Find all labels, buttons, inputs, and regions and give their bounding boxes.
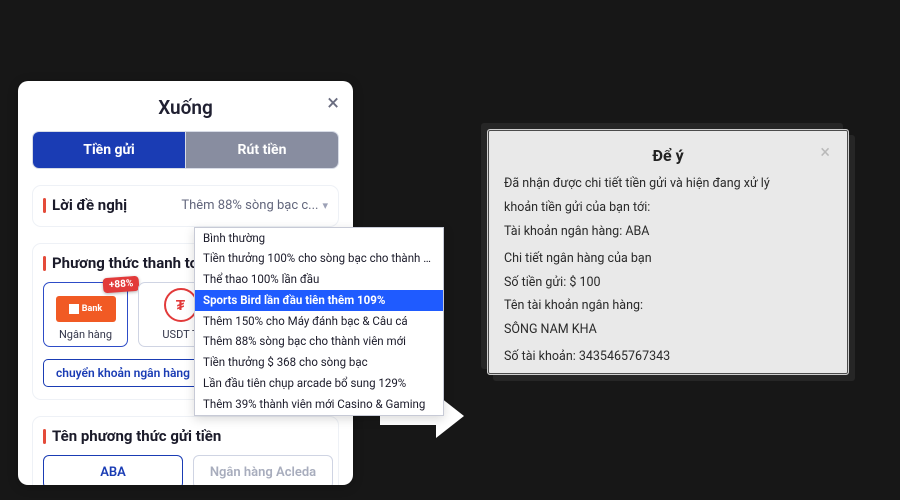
tab-switch: Tiền gửi Rút tiền — [32, 131, 339, 169]
modal-header: Xuống × — [32, 89, 339, 125]
dropdown-option[interactable]: Lần đầu tiên chụp arcade bổ sung 129% — [195, 374, 443, 395]
close-icon[interactable]: × — [327, 93, 339, 115]
bank-option-aba[interactable]: ABA — [43, 455, 183, 485]
pay-card-bank[interactable]: Bank +88% Ngân hàng — [43, 282, 128, 347]
tab-withdraw[interactable]: Rút tiền — [186, 132, 338, 168]
notice-line: Tài khoản ngân hàng: ABA — [504, 224, 832, 241]
notice-line: Đã nhận được chi tiết tiền gửi và hiện đ… — [504, 176, 832, 193]
notice-line: Chi tiết ngân hàng của bạn — [504, 251, 832, 268]
dropdown-option[interactable]: Thể thao 100% lần đầu — [195, 270, 443, 291]
pay-card-bank-label: Ngân hàng — [59, 328, 112, 341]
close-icon[interactable]: × — [820, 142, 830, 163]
notice-line: Số tiền gửi: $ 100 — [504, 275, 832, 292]
notice-dialog: Để ý × Đã nhận được chi tiết tiền gửi và… — [487, 129, 849, 375]
bank-option-acleda[interactable]: Ngân hàng Acleda — [193, 455, 333, 485]
send-method-heading: Tên phương thức gửi tiền — [43, 427, 328, 445]
offer-dropdown[interactable]: Bình thường Tiền thưởng 100% cho sòng bạ… — [194, 227, 444, 416]
dropdown-option-selected[interactable]: Sports Bird lần đầu tiên thêm 109% — [195, 290, 443, 311]
send-method-section: Tên phương thức gửi tiền ABA Ngân hàng A… — [32, 416, 339, 485]
dropdown-option[interactable]: Thêm 150% cho Máy đánh bạc & Câu cá — [195, 311, 443, 332]
dropdown-option[interactable]: Tiền thưởng 100% cho sòng bạc cho thành … — [195, 249, 443, 270]
notice-line: Số tài khoản: 3435465767343 — [504, 349, 832, 366]
chevron-down-icon: ▾ — [322, 199, 328, 212]
dropdown-option[interactable]: Tiền thưởng $ 368 cho sòng bạc — [195, 353, 443, 374]
bank-icon: Bank — [56, 296, 116, 322]
notice-line: khoản tiền gửi của bạn tới: — [504, 200, 832, 217]
notice-title: Để ý — [652, 146, 683, 165]
dropdown-option[interactable]: Bình thường — [195, 228, 443, 249]
dropdown-option[interactable]: Thêm 39% thành viên mới Casino & Gaming — [195, 394, 443, 415]
bonus-badge: +88% — [102, 276, 139, 293]
crypto-icon: ₮ — [164, 288, 198, 322]
dropdown-option[interactable]: Thêm 88% sòng bạc cho thành viên mới — [195, 332, 443, 353]
offer-heading: Lời đề nghị — [43, 196, 127, 214]
offer-select[interactable]: Thêm 88% sòng bạc c... ▾ — [181, 198, 328, 213]
offer-selected-label: Thêm 88% sòng bạc c... — [181, 198, 318, 213]
notice-line: Tên tài khoản ngân hàng: — [504, 298, 832, 315]
notice-body: Đã nhận được chi tiết tiền gửi và hiện đ… — [504, 176, 832, 366]
notice-line: SÔNG NAM KHA — [504, 322, 832, 339]
offer-section: Lời đề nghị Thêm 88% sòng bạc c... ▾ — [32, 185, 339, 227]
tab-deposit[interactable]: Tiền gửi — [33, 132, 186, 168]
transfer-pill[interactable]: chuyển khoản ngân hàng — [43, 359, 203, 387]
modal-title: Xuống — [158, 96, 213, 119]
